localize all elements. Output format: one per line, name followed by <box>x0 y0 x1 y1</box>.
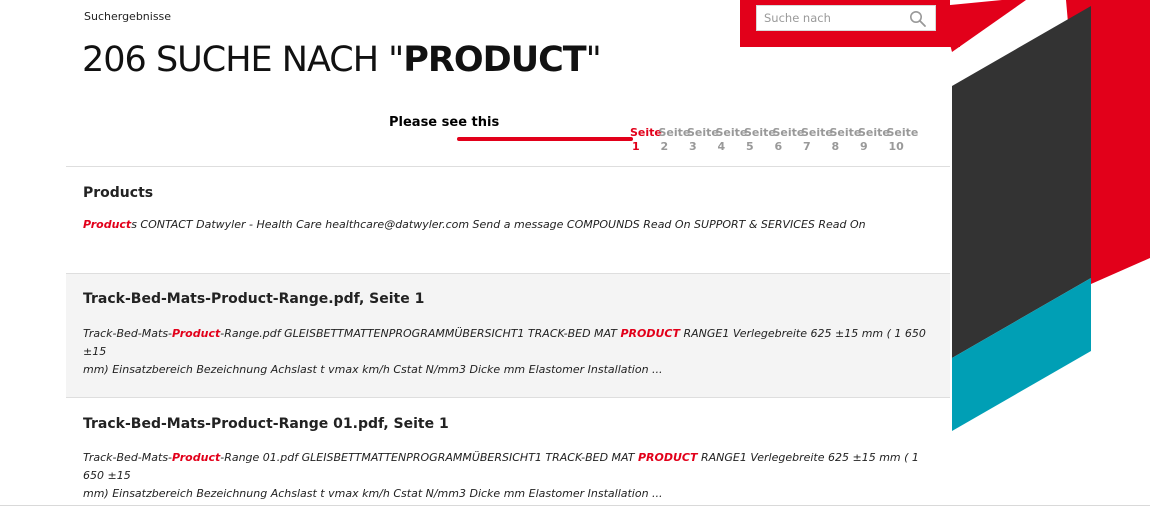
breadcrumb: Suchergebnisse <box>84 10 172 23</box>
pagination-word: Seite <box>886 126 919 139</box>
annotation-underline <box>457 137 633 141</box>
page-title: 206 SUCHE NACH "PRODUCT" <box>82 40 602 80</box>
pagination-page-8[interactable]: Seite 8 <box>829 126 862 154</box>
pagination-page-2[interactable]: Seite 2 <box>658 126 691 154</box>
pagination-number: 6 <box>774 140 783 153</box>
snippet-text: -Range.pdf GLEISBETTMATTENPROGRAMMÜBERSI… <box>220 327 621 340</box>
search-query: PRODUCT <box>403 40 586 80</box>
result-snippet: Track-Bed-Mats-Product-Range 01.pdf GLEI… <box>83 449 933 503</box>
result-title-link[interactable]: Track-Bed-Mats-Product-Range 01.pdf, Sei… <box>83 416 933 432</box>
pagination-page-1[interactable]: Seite 1 <box>630 126 662 154</box>
annotation-note: Please see this <box>389 115 500 130</box>
result-item: Track-Bed-Mats-Product-Range.pdf, Seite … <box>66 273 950 397</box>
snippet-text: Track-Bed-Mats- <box>83 451 173 464</box>
result-count: 206 <box>82 40 147 80</box>
pagination-number: 9 <box>860 140 868 153</box>
pagination-word: Seite <box>801 126 833 139</box>
snippet-highlight: PRODUCT <box>620 327 680 340</box>
pagination-page-6[interactable]: Seite 6 <box>772 126 805 154</box>
search-icon[interactable] <box>909 10 927 28</box>
results-list: Products Products CONTACT Datwyler - Heal… <box>66 166 950 505</box>
snippet-text: s CONTACT Datwyler - Health Care healthc… <box>131 218 866 231</box>
title-prefix: SUCHE NACH " <box>155 40 404 80</box>
pagination-word: Seite <box>658 126 691 139</box>
pagination-number: 4 <box>717 140 726 153</box>
result-snippet: Products CONTACT Datwyler - Health Care … <box>83 216 933 234</box>
pagination-number: 2 <box>660 140 669 153</box>
pagination-number: 5 <box>746 140 754 153</box>
pagination-word: Seite <box>744 126 776 139</box>
pagination-number: 7 <box>803 140 811 153</box>
pagination-word: Seite <box>829 126 862 139</box>
result-snippet: Track-Bed-Mats-Product-Range.pdf GLEISBE… <box>83 325 933 379</box>
snippet-highlight: Product <box>172 451 221 464</box>
pagination-page-9[interactable]: Seite 9 <box>858 126 890 154</box>
pagination-page-5[interactable]: Seite 5 <box>744 126 776 154</box>
pagination-word: Seite <box>715 126 748 139</box>
title-suffix: " <box>585 40 602 80</box>
pagination-page-10[interactable]: Seite 10 <box>886 126 919 154</box>
search-box <box>756 5 936 31</box>
pagination-number: 3 <box>689 140 697 153</box>
pagination-word: Seite <box>687 126 719 139</box>
result-title-link[interactable]: Products <box>83 185 933 201</box>
snippet-text: -Range 01.pdf GLEISBETTMATTENPROGRAMMÜBE… <box>220 451 638 464</box>
result-item: Products Products CONTACT Datwyler - Heal… <box>66 166 950 273</box>
pagination-page-3[interactable]: Seite 3 <box>687 126 719 154</box>
pagination: Seite 1 Seite 2 Seite 3 Seite 4 Seite 5 Seite 6 Seit… <box>630 126 919 154</box>
divider <box>0 505 1150 506</box>
snippet-text: Track-Bed-Mats- <box>83 327 173 340</box>
pagination-page-4[interactable]: Seite 4 <box>715 126 748 154</box>
result-title-link[interactable]: Track-Bed-Mats-Product-Range.pdf, Seite … <box>83 291 933 307</box>
search-input[interactable] <box>757 7 904 29</box>
snippet-highlight: Product <box>172 327 221 340</box>
pagination-word: Seite <box>858 126 890 139</box>
snippet-highlight: PRODUCT <box>637 451 698 464</box>
pagination-number: 10 <box>888 140 904 153</box>
snippet-highlight: Product <box>83 218 132 231</box>
pagination-number: 1 <box>632 140 640 153</box>
result-item: Track-Bed-Mats-Product-Range 01.pdf, Sei… <box>66 397 950 505</box>
pagination-page-7[interactable]: Seite 7 <box>801 126 833 154</box>
pagination-number: 8 <box>831 140 840 153</box>
pagination-word: Seite <box>630 126 662 139</box>
pagination-word: Seite <box>772 126 805 139</box>
